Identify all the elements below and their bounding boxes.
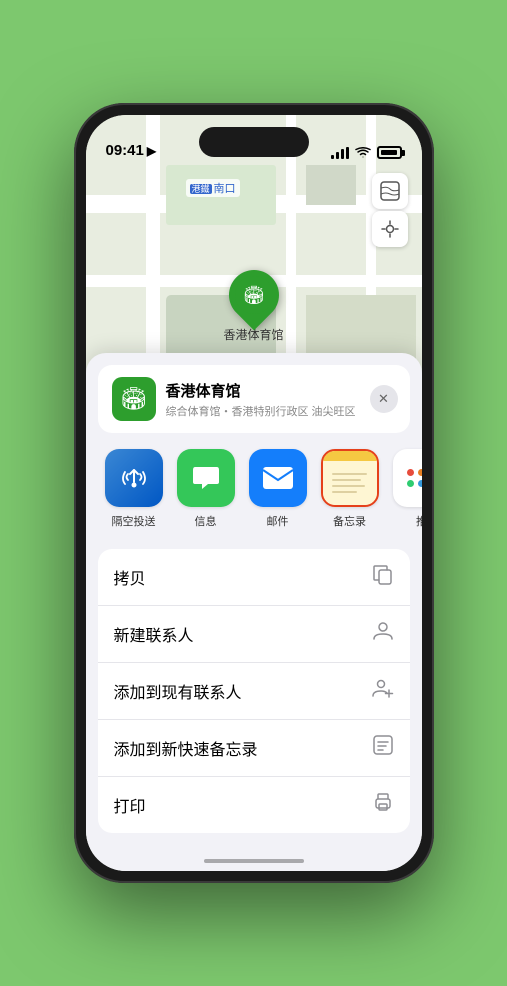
status-time: 09:41 ▶: [106, 142, 157, 159]
venue-marker: 🏟 香港体育馆: [223, 270, 283, 343]
location-arrow-icon: ▶: [147, 144, 156, 158]
status-icons: [331, 146, 402, 159]
note-icon: [372, 734, 394, 762]
messages-icon: [177, 449, 235, 507]
share-row: 隔空投送 信息: [86, 441, 422, 541]
phone-screen: 09:41 ▶: [86, 115, 422, 871]
venue-card: 🏟 香港体育馆 综合体育馆・香港特别行政区 油尖旺区 ✕: [98, 365, 410, 433]
dynamic-island: [199, 127, 309, 157]
person-add-icon: [372, 677, 394, 705]
copy-icon: [372, 563, 394, 591]
venue-icon: 🏟: [112, 377, 156, 421]
home-indicator: [86, 841, 422, 871]
share-mail[interactable]: 邮件: [242, 449, 314, 529]
action-quick-note[interactable]: 添加到新快速备忘录: [98, 720, 410, 777]
map-controls: [372, 173, 408, 247]
wifi-icon: [355, 147, 371, 159]
share-airdrop[interactable]: 隔空投送: [98, 449, 170, 529]
more-icon: [393, 449, 422, 507]
share-more[interactable]: 推: [386, 449, 422, 529]
notes-icon: [321, 449, 379, 507]
mail-label: 邮件: [267, 513, 289, 529]
action-new-contact[interactable]: 新建联系人: [98, 606, 410, 663]
add-contact-label: 添加到现有联系人: [114, 679, 242, 703]
copy-label: 拷贝: [114, 565, 146, 589]
airdrop-icon: [105, 449, 163, 507]
map-type-button[interactable]: [372, 173, 408, 209]
station-label: 港鐵南口: [186, 179, 240, 197]
time-display: 09:41: [106, 142, 144, 159]
print-icon: [372, 791, 394, 819]
action-copy[interactable]: 拷贝: [98, 549, 410, 606]
more-label: 推: [416, 513, 422, 529]
share-messages[interactable]: 信息: [170, 449, 242, 529]
print-label: 打印: [114, 793, 146, 817]
close-button[interactable]: ✕: [370, 385, 398, 413]
notes-label: 备忘录: [333, 513, 366, 529]
airdrop-label: 隔空投送: [112, 513, 156, 529]
messages-label: 信息: [195, 513, 217, 529]
action-print[interactable]: 打印: [98, 777, 410, 833]
quick-note-label: 添加到新快速备忘录: [114, 736, 258, 760]
mail-icon: [249, 449, 307, 507]
location-button[interactable]: [372, 211, 408, 247]
battery-icon: [377, 146, 402, 159]
new-contact-label: 新建联系人: [114, 622, 194, 646]
phone-frame: 09:41 ▶: [74, 103, 434, 883]
venue-subtitle: 综合体育馆・香港特别行政区 油尖旺区: [166, 403, 396, 419]
share-notes[interactable]: 备忘录: [314, 449, 386, 529]
bottom-sheet: 🏟 香港体育馆 综合体育馆・香港特别行政区 油尖旺区 ✕: [86, 353, 422, 871]
venue-info: 香港体育馆 综合体育馆・香港特别行政区 油尖旺区: [166, 380, 396, 419]
person-icon: [372, 620, 394, 648]
action-add-contact[interactable]: 添加到现有联系人: [98, 663, 410, 720]
signal-icon: [331, 147, 349, 159]
venue-name: 香港体育馆: [166, 380, 396, 401]
action-list: 拷贝 新建联系人: [98, 549, 410, 833]
